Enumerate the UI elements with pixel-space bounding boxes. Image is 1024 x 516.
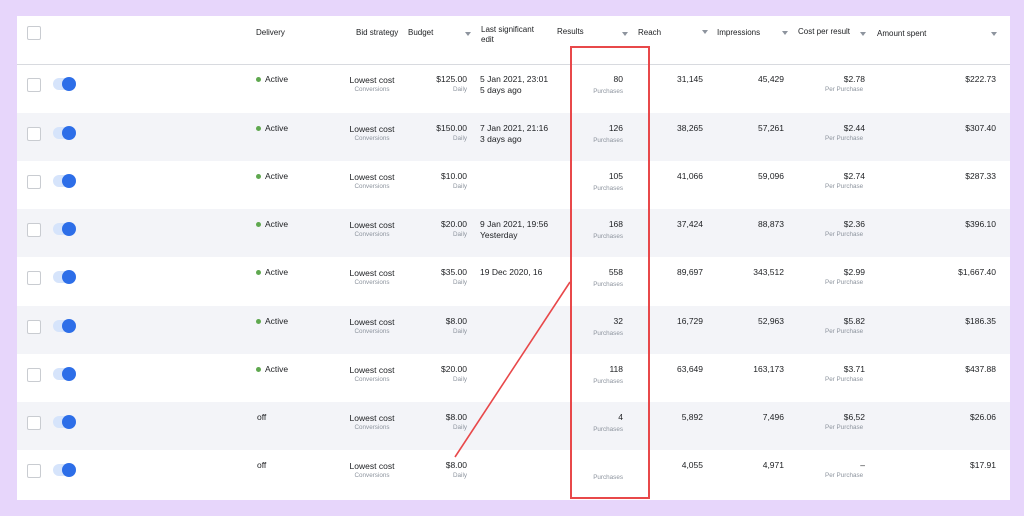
annotation-line (454, 281, 571, 458)
annotation-arrow (454, 281, 571, 458)
